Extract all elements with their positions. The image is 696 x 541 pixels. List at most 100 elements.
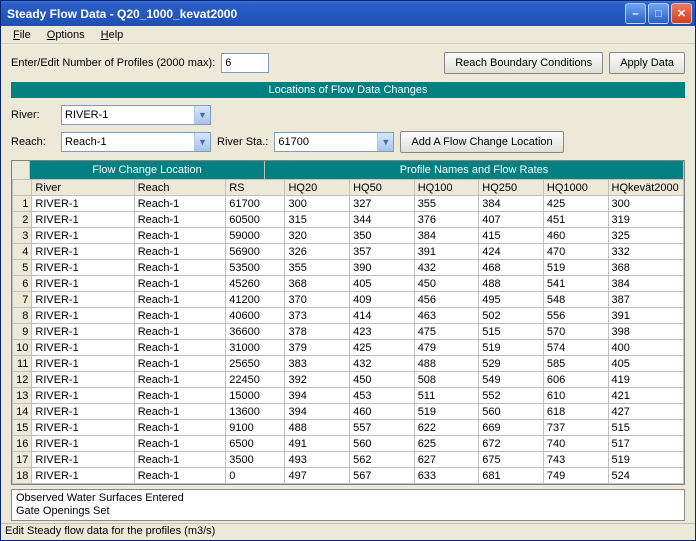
cell[interactable]: 31000 <box>226 340 285 356</box>
cell[interactable]: 424 <box>479 244 544 260</box>
cell[interactable]: 423 <box>350 324 415 340</box>
chevron-down-icon[interactable]: ▼ <box>377 133 393 151</box>
cell[interactable]: Reach-1 <box>134 196 226 212</box>
cell[interactable]: 529 <box>479 356 544 372</box>
cell[interactable]: 350 <box>350 228 415 244</box>
cell[interactable]: 344 <box>350 212 415 228</box>
cell[interactable]: 327 <box>350 196 415 212</box>
river-sta-combo[interactable]: 61700 ▼ <box>274 132 394 152</box>
cell[interactable]: 391 <box>608 308 683 324</box>
cell[interactable]: 672 <box>479 436 544 452</box>
add-flow-change-button[interactable]: Add A Flow Change Location <box>400 131 563 153</box>
cell[interactable]: 488 <box>285 420 350 436</box>
cell[interactable]: 497 <box>285 468 350 484</box>
cell[interactable]: 3500 <box>226 452 285 468</box>
cell[interactable]: 59000 <box>226 228 285 244</box>
cell[interactable]: 405 <box>350 276 415 292</box>
cell[interactable]: 524 <box>608 468 683 484</box>
cell[interactable]: 740 <box>543 436 608 452</box>
data-table[interactable]: River Reach RS HQ20 HQ50 HQ100 HQ250 HQ1… <box>12 179 684 484</box>
river-combo[interactable]: RIVER-1 ▼ <box>61 105 211 125</box>
cell[interactable]: 9100 <box>226 420 285 436</box>
table-row[interactable]: 10RIVER-1Reach-131000379425479519574400 <box>13 340 684 356</box>
cell[interactable]: 384 <box>608 276 683 292</box>
cell[interactable]: 378 <box>285 324 350 340</box>
cell[interactable]: 415 <box>479 228 544 244</box>
cell[interactable]: 45260 <box>226 276 285 292</box>
cell[interactable]: RIVER-1 <box>32 276 134 292</box>
menu-help[interactable]: Help <box>93 27 132 43</box>
cell[interactable]: 15000 <box>226 388 285 404</box>
cell[interactable]: 681 <box>479 468 544 484</box>
cell[interactable]: 414 <box>350 308 415 324</box>
cell[interactable]: 61700 <box>226 196 285 212</box>
cell[interactable]: Reach-1 <box>134 260 226 276</box>
cell[interactable]: 376 <box>414 212 479 228</box>
cell[interactable]: 419 <box>608 372 683 388</box>
table-row[interactable]: 9RIVER-1Reach-136600378423475515570398 <box>13 324 684 340</box>
cell[interactable]: Reach-1 <box>134 372 226 388</box>
table-row[interactable]: 5RIVER-1Reach-153500355390432468519368 <box>13 260 684 276</box>
menu-file[interactable]: File <box>5 27 39 43</box>
cell[interactable]: RIVER-1 <box>32 340 134 356</box>
cell[interactable]: Reach-1 <box>134 388 226 404</box>
cell[interactable]: 36600 <box>226 324 285 340</box>
cell[interactable]: 394 <box>285 404 350 420</box>
cell[interactable]: Reach-1 <box>134 308 226 324</box>
cell[interactable]: 560 <box>479 404 544 420</box>
cell[interactable]: 355 <box>414 196 479 212</box>
cell[interactable]: 479 <box>414 340 479 356</box>
table-row[interactable]: 2RIVER-1Reach-160500315344376407451319 <box>13 212 684 228</box>
cell[interactable]: 669 <box>479 420 544 436</box>
cell[interactable]: 450 <box>350 372 415 388</box>
cell[interactable]: 491 <box>285 436 350 452</box>
cell[interactable]: 421 <box>608 388 683 404</box>
cell[interactable]: 384 <box>479 196 544 212</box>
cell[interactable]: Reach-1 <box>134 228 226 244</box>
cell[interactable]: 357 <box>350 244 415 260</box>
cell[interactable]: 394 <box>285 388 350 404</box>
cell[interactable]: 425 <box>543 196 608 212</box>
cell[interactable]: RIVER-1 <box>32 468 134 484</box>
cell[interactable]: 326 <box>285 244 350 260</box>
table-row[interactable]: 6RIVER-1Reach-145260368405450488541384 <box>13 276 684 292</box>
cell[interactable]: 519 <box>543 260 608 276</box>
cell[interactable]: 56900 <box>226 244 285 260</box>
cell[interactable]: 743 <box>543 452 608 468</box>
cell[interactable]: Reach-1 <box>134 468 226 484</box>
cell[interactable]: 515 <box>479 324 544 340</box>
cell[interactable]: 622 <box>414 420 479 436</box>
cell[interactable]: 517 <box>608 436 683 452</box>
cell[interactable]: 53500 <box>226 260 285 276</box>
cell[interactable]: 541 <box>543 276 608 292</box>
cell[interactable]: RIVER-1 <box>32 244 134 260</box>
cell[interactable]: 633 <box>414 468 479 484</box>
cell[interactable]: 627 <box>414 452 479 468</box>
cell[interactable]: 606 <box>543 372 608 388</box>
close-button[interactable]: ✕ <box>671 3 692 24</box>
cell[interactable]: 373 <box>285 308 350 324</box>
cell[interactable]: 391 <box>414 244 479 260</box>
cell[interactable]: 557 <box>350 420 415 436</box>
cell[interactable]: RIVER-1 <box>32 308 134 324</box>
cell[interactable]: 450 <box>414 276 479 292</box>
reach-boundary-button[interactable]: Reach Boundary Conditions <box>444 52 603 74</box>
cell[interactable]: 548 <box>543 292 608 308</box>
cell[interactable]: RIVER-1 <box>32 436 134 452</box>
cell[interactable]: 570 <box>543 324 608 340</box>
table-row[interactable]: 15RIVER-1Reach-19100488557622669737515 <box>13 420 684 436</box>
cell[interactable]: 60500 <box>226 212 285 228</box>
cell[interactable]: Reach-1 <box>134 244 226 260</box>
cell[interactable]: 585 <box>543 356 608 372</box>
table-row[interactable]: 12RIVER-1Reach-122450392450508549606419 <box>13 372 684 388</box>
cell[interactable]: 425 <box>350 340 415 356</box>
cell[interactable]: 409 <box>350 292 415 308</box>
cell[interactable]: Reach-1 <box>134 436 226 452</box>
cell[interactable]: Reach-1 <box>134 404 226 420</box>
cell[interactable]: RIVER-1 <box>32 388 134 404</box>
cell[interactable]: Reach-1 <box>134 292 226 308</box>
cell[interactable]: Reach-1 <box>134 452 226 468</box>
cell[interactable]: Reach-1 <box>134 212 226 228</box>
cell[interactable]: 488 <box>479 276 544 292</box>
cell[interactable]: 456 <box>414 292 479 308</box>
